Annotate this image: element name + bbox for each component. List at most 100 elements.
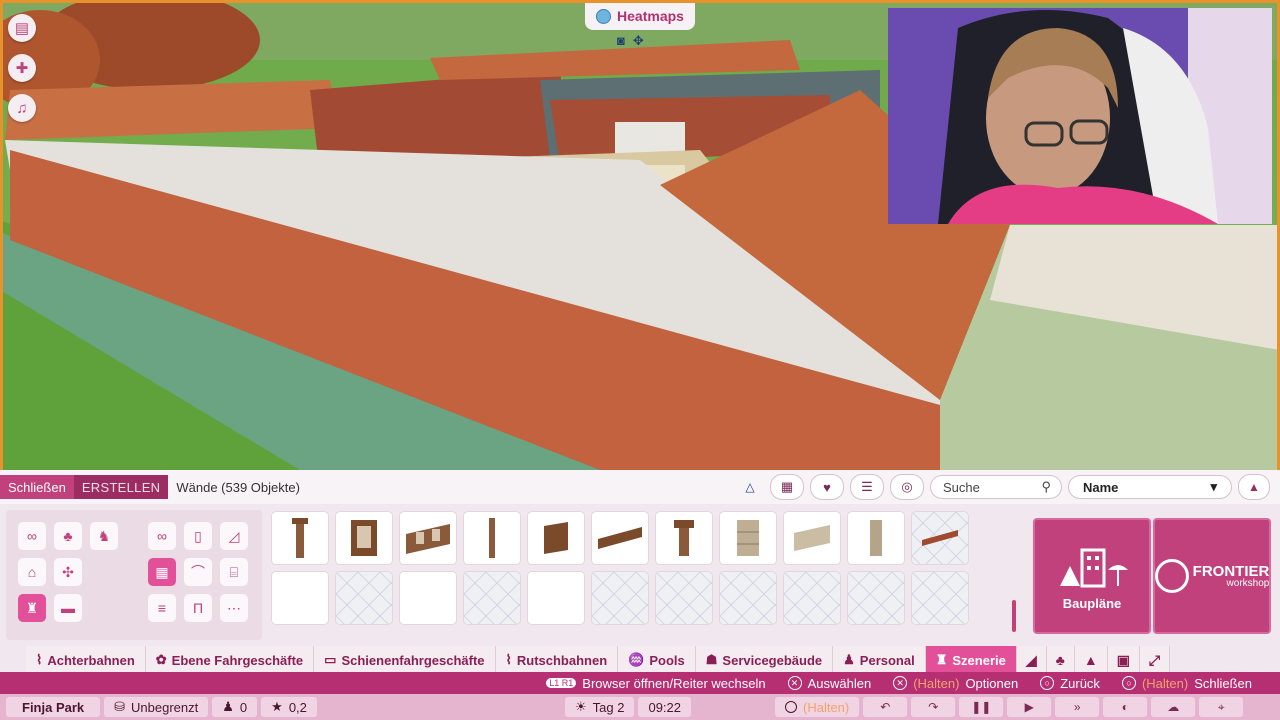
item-thumbnail-empty[interactable] [528, 572, 584, 624]
hide-eye-icon[interactable]: ◎ [890, 474, 924, 500]
blueprints-tile[interactable]: Baupläne [1033, 518, 1151, 634]
item-scrollbar[interactable] [1012, 600, 1016, 632]
frontier-workshop-tile[interactable]: FRONTIER workshop [1153, 518, 1271, 634]
item-thumbnail-empty[interactable] [848, 572, 904, 624]
column-thumb-icon [674, 520, 694, 556]
focus-icon[interactable]: ◙ [617, 33, 625, 49]
item-thumbnail-empty[interactable] [656, 572, 712, 624]
tab-landscape[interactable]: ▲ [1074, 646, 1108, 674]
wall-icon[interactable]: ▦ [148, 558, 176, 586]
stairs-icon[interactable]: ⌸ [220, 558, 248, 586]
item-thumbnail[interactable] [464, 512, 520, 564]
pillar-icon[interactable]: Π [184, 594, 212, 622]
hold-label: (Halten) [913, 675, 960, 691]
item-thumbnail[interactable] [720, 512, 776, 564]
tab-service[interactable]: ☗ Servicegebäude [695, 646, 834, 674]
item-thumbnail-empty[interactable] [912, 572, 968, 624]
tab-label: Schienenfahrgeschäfte [341, 652, 485, 668]
stone-wall-thumb-icon [794, 525, 830, 551]
webcam-image [888, 8, 1272, 224]
door-icon[interactable]: ▯ [184, 522, 212, 550]
window-wall-thumb-icon [406, 524, 450, 554]
day-display[interactable]: ☀ Tag 2 [565, 697, 635, 717]
item-thumbnail[interactable] [400, 512, 456, 564]
fast-forward-icon[interactable]: » [1055, 697, 1100, 717]
tree-icon[interactable]: ♣ [54, 522, 82, 550]
item-thumbnail[interactable] [336, 512, 392, 564]
heatmap-toggle-icon[interactable]: ◐ [1103, 697, 1148, 717]
item-thumbnail[interactable] [272, 512, 328, 564]
sort-dropdown[interactable]: Name ▾ [1068, 475, 1232, 499]
more-icon[interactable]: ⋯ [220, 594, 248, 622]
tab-scenery[interactable]: ♜ Szenerie [925, 646, 1017, 674]
tab-coasters[interactable]: ⌇ Achterbahnen [26, 646, 146, 674]
item-thumbnail[interactable] [912, 512, 968, 564]
add-guest-icon[interactable]: ✚ [8, 54, 36, 82]
undo-icon[interactable]: ↶ [863, 697, 908, 717]
circle-button-icon [785, 701, 797, 713]
item-thumbnail-empty[interactable] [400, 572, 456, 624]
item-thumbnail-empty[interactable] [464, 572, 520, 624]
tab-paths[interactable]: ▣ [1107, 646, 1140, 674]
item-thumbnail[interactable] [784, 512, 840, 564]
hint-select-label: Auswählen [807, 675, 872, 691]
park-name[interactable]: Finja Park [6, 697, 101, 717]
tab-staff[interactable]: ♟ Personal [833, 646, 926, 674]
guests-display[interactable]: ♟ 0 [212, 697, 258, 717]
roof-icon[interactable]: ⌒ [184, 558, 212, 586]
search-input[interactable]: Suche ⚲ [930, 475, 1062, 499]
bell-icon[interactable]: ♫ [8, 94, 36, 122]
webcam-overlay [888, 8, 1272, 224]
heatmaps-button[interactable]: Heatmaps [585, 2, 695, 30]
item-thumbnail-empty[interactable] [784, 572, 840, 624]
clipboard-icon[interactable]: ▤ [8, 14, 36, 42]
item-thumbnail-empty[interactable] [272, 572, 328, 624]
building-icon[interactable]: ⌂ [18, 558, 46, 586]
hint-back-label: Zurück [1060, 675, 1100, 691]
item-thumbnail-empty[interactable] [336, 572, 392, 624]
tab-label: Rutschbahnen [516, 652, 608, 668]
create-tab[interactable]: ERSTELLEN [73, 475, 169, 499]
hint-close: ○ (Halten) Schließen [1121, 675, 1252, 691]
play-icon[interactable]: ▶ [1007, 697, 1052, 717]
favorite-heart-icon[interactable]: ♥ [810, 474, 844, 500]
animal-icon[interactable]: ♞ [90, 522, 118, 550]
rating-display[interactable]: ★ 0,2 [261, 697, 317, 717]
guests-icon: ♟ [222, 699, 234, 714]
wall-angle-icon[interactable]: ◿ [220, 522, 248, 550]
fence-icon[interactable]: ≡ [148, 594, 176, 622]
money-display[interactable]: ⛁ Unbegrenzt [104, 697, 209, 717]
tab-slides[interactable]: ⌇ Rutschbahnen [495, 646, 619, 674]
blueprint-filter-icon[interactable]: ▦ [770, 474, 804, 500]
pause-icon[interactable]: ❚❚ [959, 697, 1004, 717]
tab-track-rides[interactable]: ▭ Schienenfahrgeschäfte [314, 646, 496, 674]
mouse-icon[interactable]: ⌖ [1199, 697, 1244, 717]
decor-icon[interactable]: ✣ [54, 558, 82, 586]
tab-flat-rides[interactable]: ✿ Ebene Fahrgeschäfte [145, 646, 315, 674]
item-thumbnail-empty[interactable] [592, 572, 648, 624]
item-thumbnail-empty[interactable] [720, 572, 776, 624]
hold-label: (Halten) [1141, 675, 1189, 691]
item-thumbnail[interactable] [592, 512, 648, 564]
item-thumbnail[interactable] [848, 512, 904, 564]
sign-icon[interactable]: ▬ [54, 594, 82, 622]
collapse-button[interactable]: ▲ [1238, 474, 1270, 500]
browser-title: Wände (539 Objekte) [176, 479, 300, 495]
terrain-icon: ◢ [1025, 651, 1037, 668]
infinity-icon[interactable]: ∞ [148, 522, 176, 550]
tab-trees[interactable]: ♣ [1046, 646, 1075, 674]
infinity-icon[interactable]: ∞ [18, 522, 46, 550]
tab-label: Servicegebäude [722, 652, 823, 668]
coaster-icon: ⌇ [36, 652, 43, 667]
tab-expand[interactable]: ⤢ [1139, 646, 1171, 674]
item-thumbnail[interactable] [528, 512, 584, 564]
tab-terrain[interactable]: ◢ [1016, 646, 1047, 674]
tower-icon[interactable]: ♜ [18, 594, 46, 622]
filter-sliders-icon[interactable]: ☰ [850, 474, 884, 500]
item-thumbnail[interactable] [656, 512, 712, 564]
move-icon[interactable]: ✥ [633, 33, 644, 49]
redo-icon[interactable]: ↷ [911, 697, 956, 717]
tab-pools[interactable]: ♒ Pools [618, 646, 696, 674]
close-button[interactable]: Schließen [0, 475, 74, 499]
weather-icon[interactable]: ☁ [1151, 697, 1196, 717]
